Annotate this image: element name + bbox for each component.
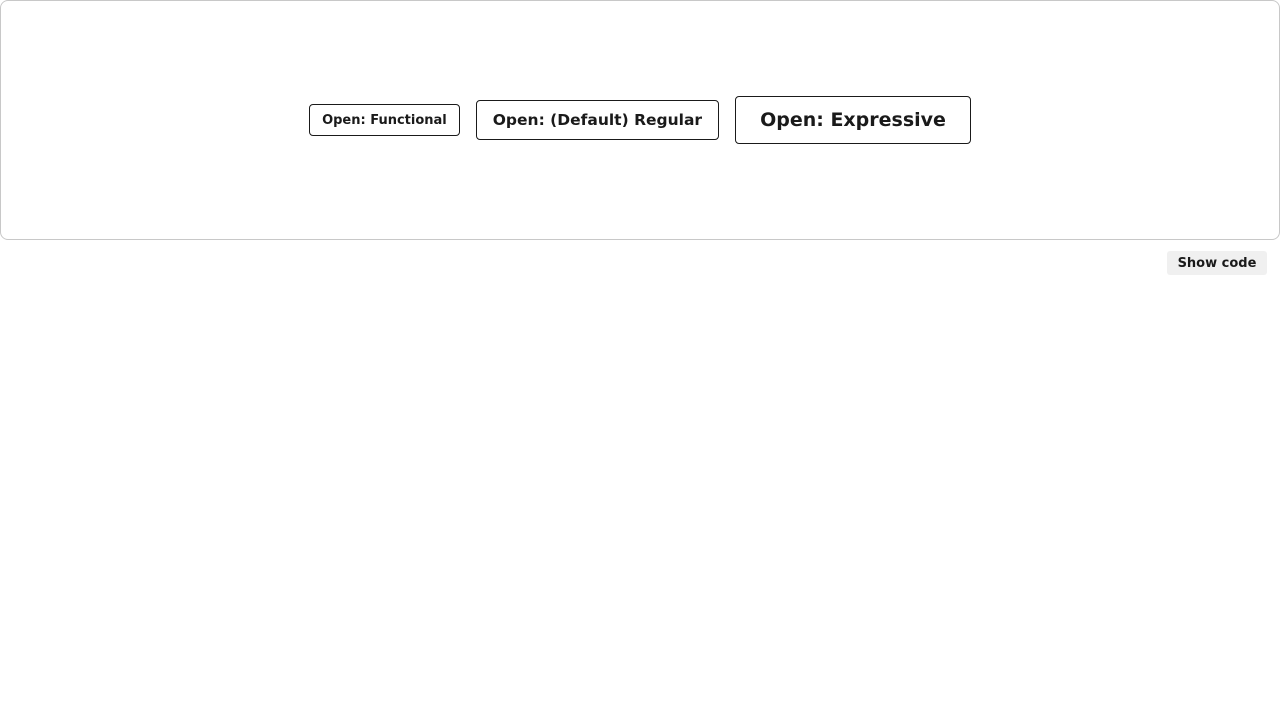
show-code-button[interactable]: Show code (1167, 251, 1267, 275)
open-functional-button[interactable]: Open: Functional (309, 104, 460, 136)
button-row: Open: Functional Open: (Default) Regular… (309, 96, 971, 144)
preview-canvas: Open: Functional Open: (Default) Regular… (0, 0, 1280, 240)
open-expressive-button[interactable]: Open: Expressive (735, 96, 971, 144)
open-regular-button[interactable]: Open: (Default) Regular (475, 100, 720, 140)
